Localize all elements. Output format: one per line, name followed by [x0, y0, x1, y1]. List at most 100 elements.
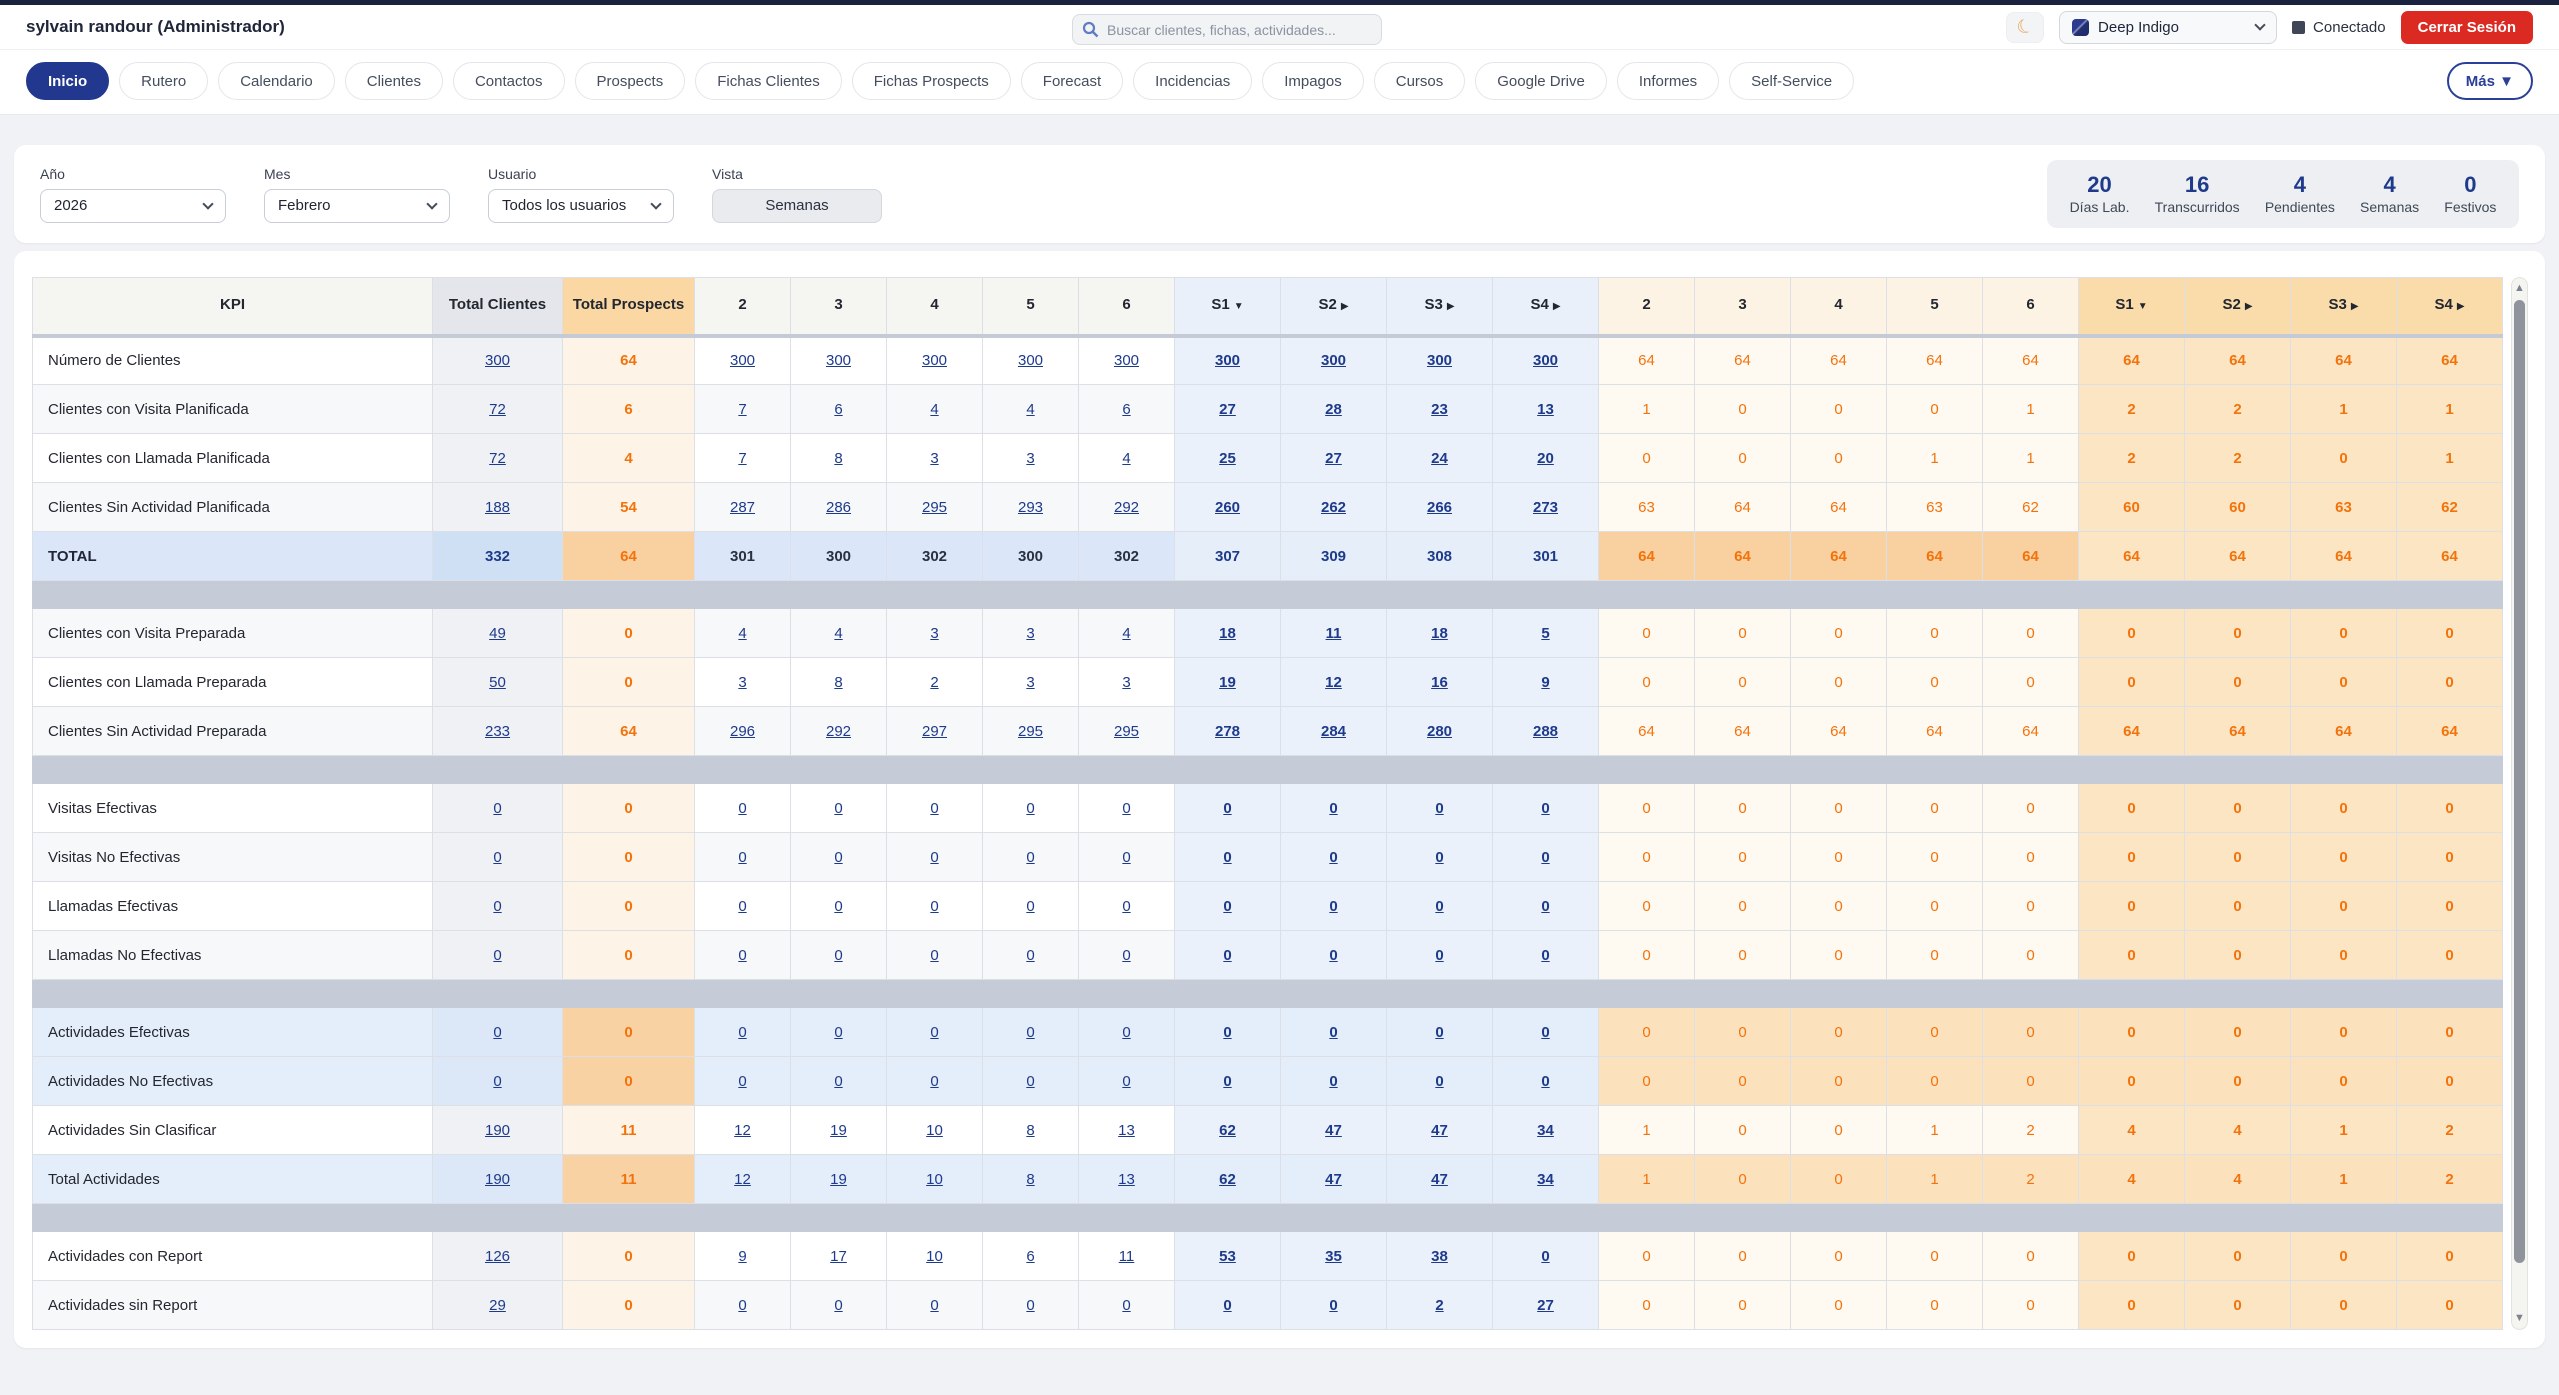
value-link[interactable]: 9: [738, 1248, 746, 1265]
value-link[interactable]: 0: [1541, 1248, 1549, 1265]
value-link[interactable]: 0: [930, 1297, 938, 1314]
value-link[interactable]: 0: [1541, 1073, 1549, 1090]
value-link[interactable]: 0: [834, 1073, 842, 1090]
value-link[interactable]: 29: [489, 1297, 506, 1314]
tab-clientes[interactable]: Clientes: [345, 62, 443, 100]
value-link[interactable]: 0: [1026, 849, 1034, 866]
value-link[interactable]: 0: [1122, 849, 1130, 866]
value-link[interactable]: 278: [1215, 723, 1240, 740]
value-link[interactable]: 47: [1325, 1122, 1342, 1139]
value-link[interactable]: 0: [930, 1024, 938, 1041]
tab-impagos[interactable]: Impagos: [1262, 62, 1364, 100]
tab-forecast[interactable]: Forecast: [1021, 62, 1123, 100]
value-link[interactable]: 7: [738, 450, 746, 467]
value-link[interactable]: 62: [1219, 1122, 1236, 1139]
value-link[interactable]: 0: [1541, 947, 1549, 964]
value-link[interactable]: 0: [1435, 1073, 1443, 1090]
value-link[interactable]: 8: [834, 450, 842, 467]
value-link[interactable]: 34: [1537, 1171, 1554, 1188]
value-link[interactable]: 260: [1215, 499, 1240, 516]
value-link[interactable]: 0: [738, 1024, 746, 1041]
value-link[interactable]: 0: [1329, 849, 1337, 866]
tab-rutero[interactable]: Rutero: [119, 62, 208, 100]
value-link[interactable]: 8: [1026, 1171, 1034, 1188]
value-link[interactable]: 188: [485, 499, 510, 516]
value-link[interactable]: 0: [493, 849, 501, 866]
value-link[interactable]: 23: [1431, 401, 1448, 418]
view-mode-button[interactable]: Semanas: [712, 189, 882, 223]
value-link[interactable]: 0: [1329, 1073, 1337, 1090]
value-link[interactable]: 0: [738, 1297, 746, 1314]
value-link[interactable]: 10: [926, 1248, 943, 1265]
logout-button[interactable]: Cerrar Sesión: [2401, 11, 2533, 44]
value-link[interactable]: 5: [1541, 625, 1549, 642]
vertical-scrollbar[interactable]: ▲ ▼: [2511, 277, 2528, 1330]
value-link[interactable]: 0: [738, 1073, 746, 1090]
value-link[interactable]: 11: [1119, 1248, 1135, 1265]
value-link[interactable]: 0: [1122, 1024, 1130, 1041]
value-link[interactable]: 0: [1026, 898, 1034, 915]
value-link[interactable]: 292: [1114, 499, 1139, 516]
value-link[interactable]: 284: [1321, 723, 1346, 740]
value-link[interactable]: 233: [485, 723, 510, 740]
value-link[interactable]: 3: [930, 450, 938, 467]
value-link[interactable]: 0: [1026, 947, 1034, 964]
value-link[interactable]: 300: [1427, 352, 1452, 369]
value-link[interactable]: 0: [738, 800, 746, 817]
value-link[interactable]: 292: [826, 723, 851, 740]
value-link[interactable]: 0: [1122, 1297, 1130, 1314]
tab-informes[interactable]: Informes: [1617, 62, 1719, 100]
value-link[interactable]: 8: [834, 674, 842, 691]
tab-google-drive[interactable]: Google Drive: [1475, 62, 1607, 100]
value-link[interactable]: 17: [830, 1248, 847, 1265]
value-link[interactable]: 4: [1122, 450, 1130, 467]
value-link[interactable]: 300: [1321, 352, 1346, 369]
theme-select[interactable]: Deep Indigo: [2059, 11, 2277, 44]
user-select[interactable]: Todos los usuarios: [488, 189, 674, 223]
value-link[interactable]: 53: [1219, 1248, 1236, 1265]
value-link[interactable]: 0: [1026, 800, 1034, 817]
value-link[interactable]: 25: [1219, 450, 1236, 467]
value-link[interactable]: 16: [1431, 674, 1448, 691]
value-link[interactable]: 47: [1431, 1171, 1448, 1188]
value-link[interactable]: 35: [1325, 1248, 1342, 1265]
value-link[interactable]: 296: [730, 723, 755, 740]
scroll-up-icon[interactable]: ▲: [2512, 283, 2527, 294]
value-link[interactable]: 18: [1219, 625, 1236, 642]
value-link[interactable]: 19: [830, 1122, 847, 1139]
value-link[interactable]: 0: [493, 1024, 501, 1041]
value-link[interactable]: 300: [1215, 352, 1240, 369]
value-link[interactable]: 8: [1026, 1122, 1034, 1139]
value-link[interactable]: 3: [738, 674, 746, 691]
tab-self-service[interactable]: Self-Service: [1729, 62, 1854, 100]
scrollbar-thumb[interactable]: [2514, 300, 2525, 1263]
value-link[interactable]: 190: [485, 1122, 510, 1139]
value-link[interactable]: 18: [1431, 625, 1448, 642]
value-link[interactable]: 295: [1018, 723, 1043, 740]
value-link[interactable]: 6: [1026, 1248, 1034, 1265]
value-link[interactable]: 266: [1427, 499, 1452, 516]
value-link[interactable]: 287: [730, 499, 755, 516]
value-link[interactable]: 300: [1114, 352, 1139, 369]
month-select[interactable]: Febrero: [264, 189, 450, 223]
value-link[interactable]: 10: [926, 1122, 943, 1139]
value-link[interactable]: 0: [1223, 849, 1231, 866]
col-header-client-week-s1[interactable]: S1▼: [1175, 278, 1281, 336]
value-link[interactable]: 12: [734, 1171, 751, 1188]
value-link[interactable]: 6: [834, 401, 842, 418]
value-link[interactable]: 34: [1537, 1122, 1554, 1139]
value-link[interactable]: 0: [493, 947, 501, 964]
value-link[interactable]: 0: [738, 898, 746, 915]
value-link[interactable]: 300: [826, 352, 851, 369]
value-link[interactable]: 0: [834, 1024, 842, 1041]
value-link[interactable]: 0: [738, 947, 746, 964]
value-link[interactable]: 0: [834, 849, 842, 866]
value-link[interactable]: 4: [738, 625, 746, 642]
value-link[interactable]: 4: [1122, 625, 1130, 642]
value-link[interactable]: 0: [1223, 947, 1231, 964]
value-link[interactable]: 262: [1321, 499, 1346, 516]
tab-fichas-prospects[interactable]: Fichas Prospects: [852, 62, 1011, 100]
value-link[interactable]: 0: [1329, 1297, 1337, 1314]
value-link[interactable]: 0: [493, 1073, 501, 1090]
value-link[interactable]: 49: [489, 625, 506, 642]
